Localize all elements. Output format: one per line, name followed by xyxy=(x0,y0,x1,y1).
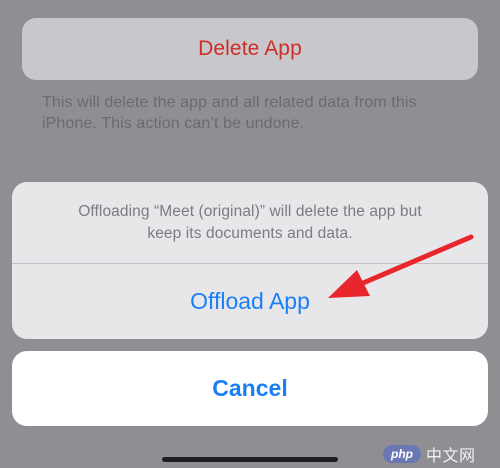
cancel-label: Cancel xyxy=(212,375,288,401)
cancel-button[interactable]: Cancel xyxy=(12,351,488,426)
watermark-site-text: 中文网 xyxy=(426,448,476,465)
delete-app-card[interactable]: Delete App xyxy=(22,18,478,80)
offload-action-sheet: Offloading “Meet (original)” will delete… xyxy=(12,182,488,339)
home-indicator xyxy=(162,457,338,462)
offload-message-line-2: keep its documents and data. xyxy=(147,224,353,242)
offload-app-button[interactable]: Offload App xyxy=(12,264,488,339)
php-watermark: php 中文网 xyxy=(383,443,496,465)
offload-message: Offloading “Meet (original)” will delete… xyxy=(12,182,488,263)
delete-app-label: Delete App xyxy=(198,37,302,60)
offload-message-line-1: Offloading “Meet (original)” will delete… xyxy=(78,202,422,220)
offload-app-label: Offload App xyxy=(190,288,310,314)
php-logo: php xyxy=(383,445,421,463)
delete-app-note: This will delete the app and all related… xyxy=(42,94,417,132)
